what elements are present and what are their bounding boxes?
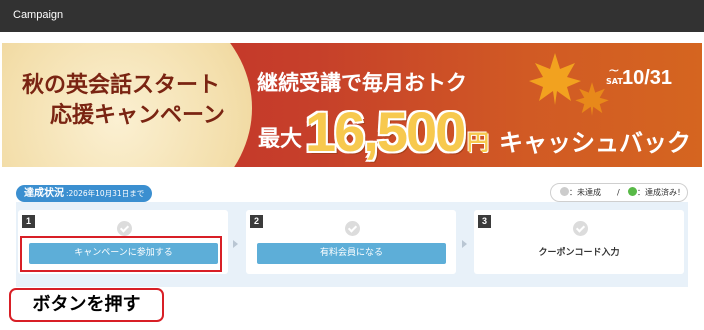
status-deadline: :2026年10月31日まで <box>66 189 145 198</box>
check-icon <box>117 221 132 236</box>
top-bar: Campaign <box>0 0 704 32</box>
check-icon <box>573 221 588 236</box>
banner-headline-line1: 秋の英会話スタート <box>22 72 221 98</box>
banner-yen: 円 <box>467 131 490 156</box>
banner-subheadline: 継続受講で毎月おトク <box>257 71 467 95</box>
become-paid-member-button[interactable]: 有料会員になる <box>257 243 446 264</box>
status-label: 達成状況 <box>24 188 64 199</box>
chevron-right-icon <box>233 240 238 248</box>
campaign-banner[interactable]: 秋の英会話スタート 応援キャンペーン 継続受講で毎月おトク 最大 16,500 … <box>2 43 702 167</box>
step-card-3: 3 クーポンコード入力 <box>474 210 684 274</box>
banner-headline-line2: 応援キャンペーン <box>50 102 225 128</box>
banner-end-date: 10/31 <box>622 67 673 89</box>
banner-amount: 16,500 <box>305 100 466 163</box>
legend-achieved: ：達成済み！ <box>628 184 685 201</box>
banner-max-label: 最大 <box>258 127 303 152</box>
step-number: 1 <box>22 215 35 228</box>
legend-achieved-label: ：達成済み！ <box>637 188 685 197</box>
status-legend: ：未達成 / ：達成済み！ <box>550 183 688 202</box>
legend-separator: / <box>617 188 620 197</box>
status-badge: 達成状況:2026年10月31日まで <box>16 185 153 202</box>
check-icon <box>345 221 360 236</box>
step-card-2: 2 有料会員になる <box>246 210 456 274</box>
step-number: 3 <box>478 215 491 228</box>
legend-not-achieved-label: ：未達成 <box>569 188 601 197</box>
highlight-box <box>20 236 222 272</box>
not-achieved-dot-icon <box>560 187 569 196</box>
banner-cashback: キャッシュバック <box>499 129 691 157</box>
step-number: 2 <box>250 215 263 228</box>
instruction-callout: ボタンを押す <box>9 288 164 322</box>
chevron-right-icon <box>462 240 467 248</box>
legend-not-achieved: ：未達成 <box>560 184 601 201</box>
maple-leaf-small-icon <box>575 82 609 116</box>
app-title: Campaign <box>13 9 64 21</box>
achieved-dot-icon <box>628 187 637 196</box>
coupon-code-step-label: クーポンコード入力 <box>538 248 620 258</box>
